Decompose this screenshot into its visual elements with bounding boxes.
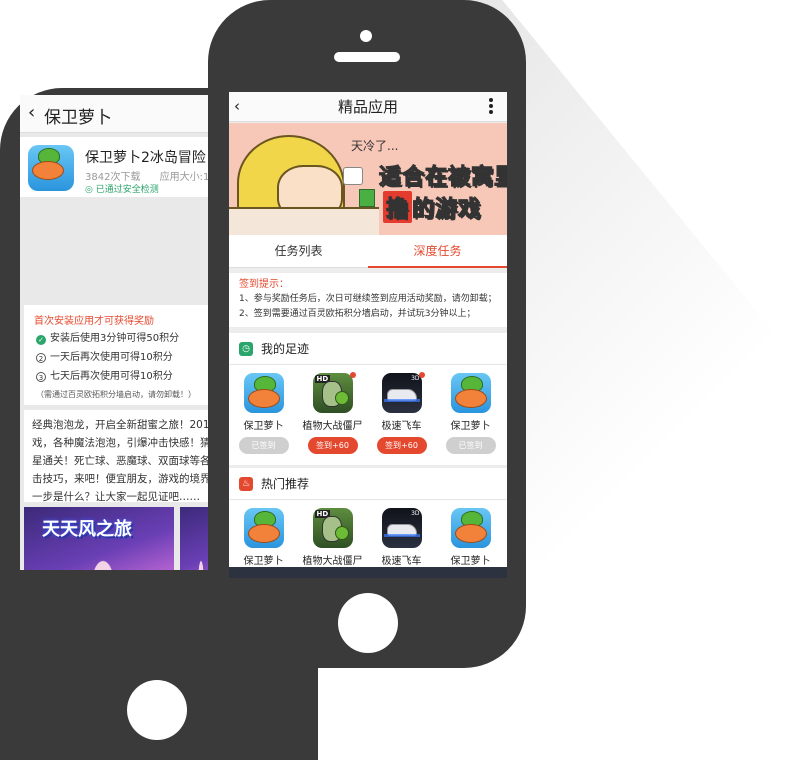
- app-tile[interactable]: 3D 极速飞车: [367, 508, 436, 567]
- app-meta: 3842次下载 应用大小:1.: [85, 168, 220, 183]
- front-phone-home-button[interactable]: [338, 593, 398, 653]
- more-vertical-icon[interactable]: [489, 98, 493, 114]
- cup-illustration: [359, 189, 375, 207]
- reward-rules-card: 首次安装应用才可获得奖励 ✓ 安装后使用3分钟可得50积分 2 一天后再次使用可得1…: [24, 305, 220, 405]
- checkin-tips: 签到提示： 1、参与奖励任务后，次日可继续签到应用活动奖励，请勿卸载； 2、签到…: [229, 273, 507, 327]
- app-detail-header: ‹ 保卫萝卜: [20, 95, 220, 133]
- promo-banner[interactable]: 天冷了... 适合在被窝里 撸的游戏: [229, 123, 507, 241]
- notification-dot: [350, 372, 356, 378]
- app-name: 保卫萝卜: [243, 421, 284, 432]
- reward-item: ✓ 安装后使用3分钟可得50积分: [36, 329, 179, 345]
- back-phone-home-button[interactable]: [127, 680, 187, 740]
- checkin-button[interactable]: 签到+60: [376, 437, 427, 454]
- app-name: 植物大战僵尸: [302, 556, 363, 567]
- reward-item: 3 七天后再次使用可得10积分: [36, 367, 173, 382]
- carrot-icon: [243, 373, 284, 413]
- checkin-button[interactable]: 签到+60: [307, 437, 358, 454]
- tissue-illustration: [343, 167, 363, 185]
- app-screenshot[interactable]: 天天风之旅: [24, 507, 174, 570]
- carrot-icon: [243, 508, 284, 548]
- front-phone-speaker: [334, 52, 400, 62]
- app-name: 植物大战僵尸: [302, 421, 363, 432]
- footprints-section: ◷ 我的足迹 保卫萝卜 已签到 HD 植物大战僵尸 签到+60 3D 极速飞车 …: [229, 333, 507, 465]
- racing-car-icon: 3D: [381, 373, 422, 413]
- app-description: 经典泡泡龙，开启全新甜蜜之旅！201 戏，各种魔法泡泡，引爆冲击快感！猜 星通关…: [24, 410, 220, 503]
- section-title: 热门推荐: [261, 477, 310, 491]
- banner-headline-2: 撸的游戏: [383, 191, 481, 223]
- app-tile[interactable]: 保卫萝卜: [436, 508, 505, 567]
- front-phone-screen: ‹ 精品应用 天冷了... 适合在被窝里 撸的游戏 任务列表 深度任务 签到提示…: [229, 92, 507, 578]
- tab-deep-tasks[interactable]: 深度任务: [368, 235, 507, 268]
- page-title: 精品应用: [337, 98, 398, 116]
- app-name: 保卫萝卜: [450, 421, 491, 432]
- hot-grid: 保卫萝卜 HD 植物大战僵尸 3D 极速飞车 保卫萝卜: [229, 500, 507, 567]
- page-title: 保卫萝卜: [44, 108, 112, 128]
- app-tile[interactable]: HD 植物大战僵尸 签到+60: [298, 373, 367, 454]
- app-name: 极速飞车: [381, 556, 422, 567]
- app-size: 应用大小:1.: [159, 172, 213, 183]
- screenshot-gallery[interactable]: 天天风之旅: [24, 507, 220, 570]
- app-name: 保卫萝卜2冰岛冒险: [85, 150, 206, 166]
- app-tile[interactable]: HD 植物大战僵尸: [298, 508, 367, 567]
- flame-icon: ♨: [239, 477, 253, 491]
- racing-car-icon: 3D: [381, 508, 422, 548]
- section-header: ♨ 热门推荐: [229, 468, 507, 500]
- game-logo: 天天风之旅: [42, 519, 132, 540]
- task-tabs: 任务列表 深度任务: [229, 235, 507, 268]
- checked-in-button[interactable]: 已签到: [238, 437, 289, 454]
- carrot-icon: [28, 145, 74, 191]
- section-header: ◷ 我的足迹: [229, 333, 507, 365]
- tips-line: 1、参与奖励任务后，次日可继续签到应用活动奖励，请勿卸载；: [239, 294, 497, 304]
- check-circle-icon: ✓: [36, 335, 46, 345]
- number-circle-icon: 3: [36, 372, 46, 382]
- app-tile[interactable]: 保卫萝卜: [229, 508, 298, 567]
- hot-recommend-section: ♨ 热门推荐 保卫萝卜 HD 植物大战僵尸 3D 极速飞车 保卫萝卜: [229, 468, 507, 567]
- reward-note: （需通过百灵欧拓积分墙启动，请勿卸载！）: [36, 390, 196, 399]
- app-tile[interactable]: 保卫萝卜 已签到: [229, 373, 298, 454]
- section-title: 我的足迹: [261, 342, 310, 356]
- notification-dot: [419, 372, 425, 378]
- banner-highlight: 撸: [383, 191, 413, 223]
- footprint-grid: 保卫萝卜 已签到 HD 植物大战僵尸 签到+60 3D 极速飞车 签到+60 保…: [229, 365, 507, 465]
- tips-line: 2、签到需要通过百灵欧拓积分墙启动，并试玩3分钟以上；: [239, 309, 476, 319]
- carrot-icon: [450, 508, 491, 548]
- banner-caption: 天冷了...: [351, 139, 399, 153]
- reward-title: 首次安装应用才可获得奖励: [34, 316, 154, 327]
- plants-zombies-icon: HD: [312, 508, 353, 548]
- app-info-card[interactable]: 保卫萝卜2冰岛冒险 3842次下载 应用大小:1. ◎ 已通过安全检测: [20, 137, 220, 197]
- tips-title: 签到提示：: [239, 279, 289, 290]
- app-tile[interactable]: 保卫萝卜 已签到: [436, 373, 505, 454]
- shield-check-icon: ◎: [85, 185, 93, 195]
- back-phone-screen: ‹ 保卫萝卜 保卫萝卜2冰岛冒险 3842次下载 应用大小:1. ◎ 已通过安全…: [20, 95, 220, 570]
- bottom-bar: [229, 567, 507, 578]
- app-name: 极速飞车: [381, 421, 422, 432]
- checked-in-button[interactable]: 已签到: [445, 437, 496, 454]
- carrot-icon: [450, 373, 491, 413]
- featured-apps-header: ‹ 精品应用: [229, 92, 507, 122]
- app-name: 保卫萝卜: [450, 556, 491, 567]
- clock-icon: ◷: [239, 342, 253, 356]
- plants-zombies-icon: HD: [312, 373, 353, 413]
- security-badge: ◎ 已通过安全检测: [85, 185, 159, 195]
- app-name: 保卫萝卜: [243, 556, 284, 567]
- front-phone-camera: [360, 30, 372, 42]
- banner-headline: 适合在被窝里: [378, 165, 507, 191]
- reward-item: 2 一天后再次使用可得10积分: [36, 348, 173, 363]
- number-circle-icon: 2: [36, 353, 46, 363]
- tab-task-list[interactable]: 任务列表: [229, 235, 368, 268]
- back-arrow-icon[interactable]: ‹: [28, 102, 35, 123]
- app-tile[interactable]: 3D 极速飞车 签到+60: [367, 373, 436, 454]
